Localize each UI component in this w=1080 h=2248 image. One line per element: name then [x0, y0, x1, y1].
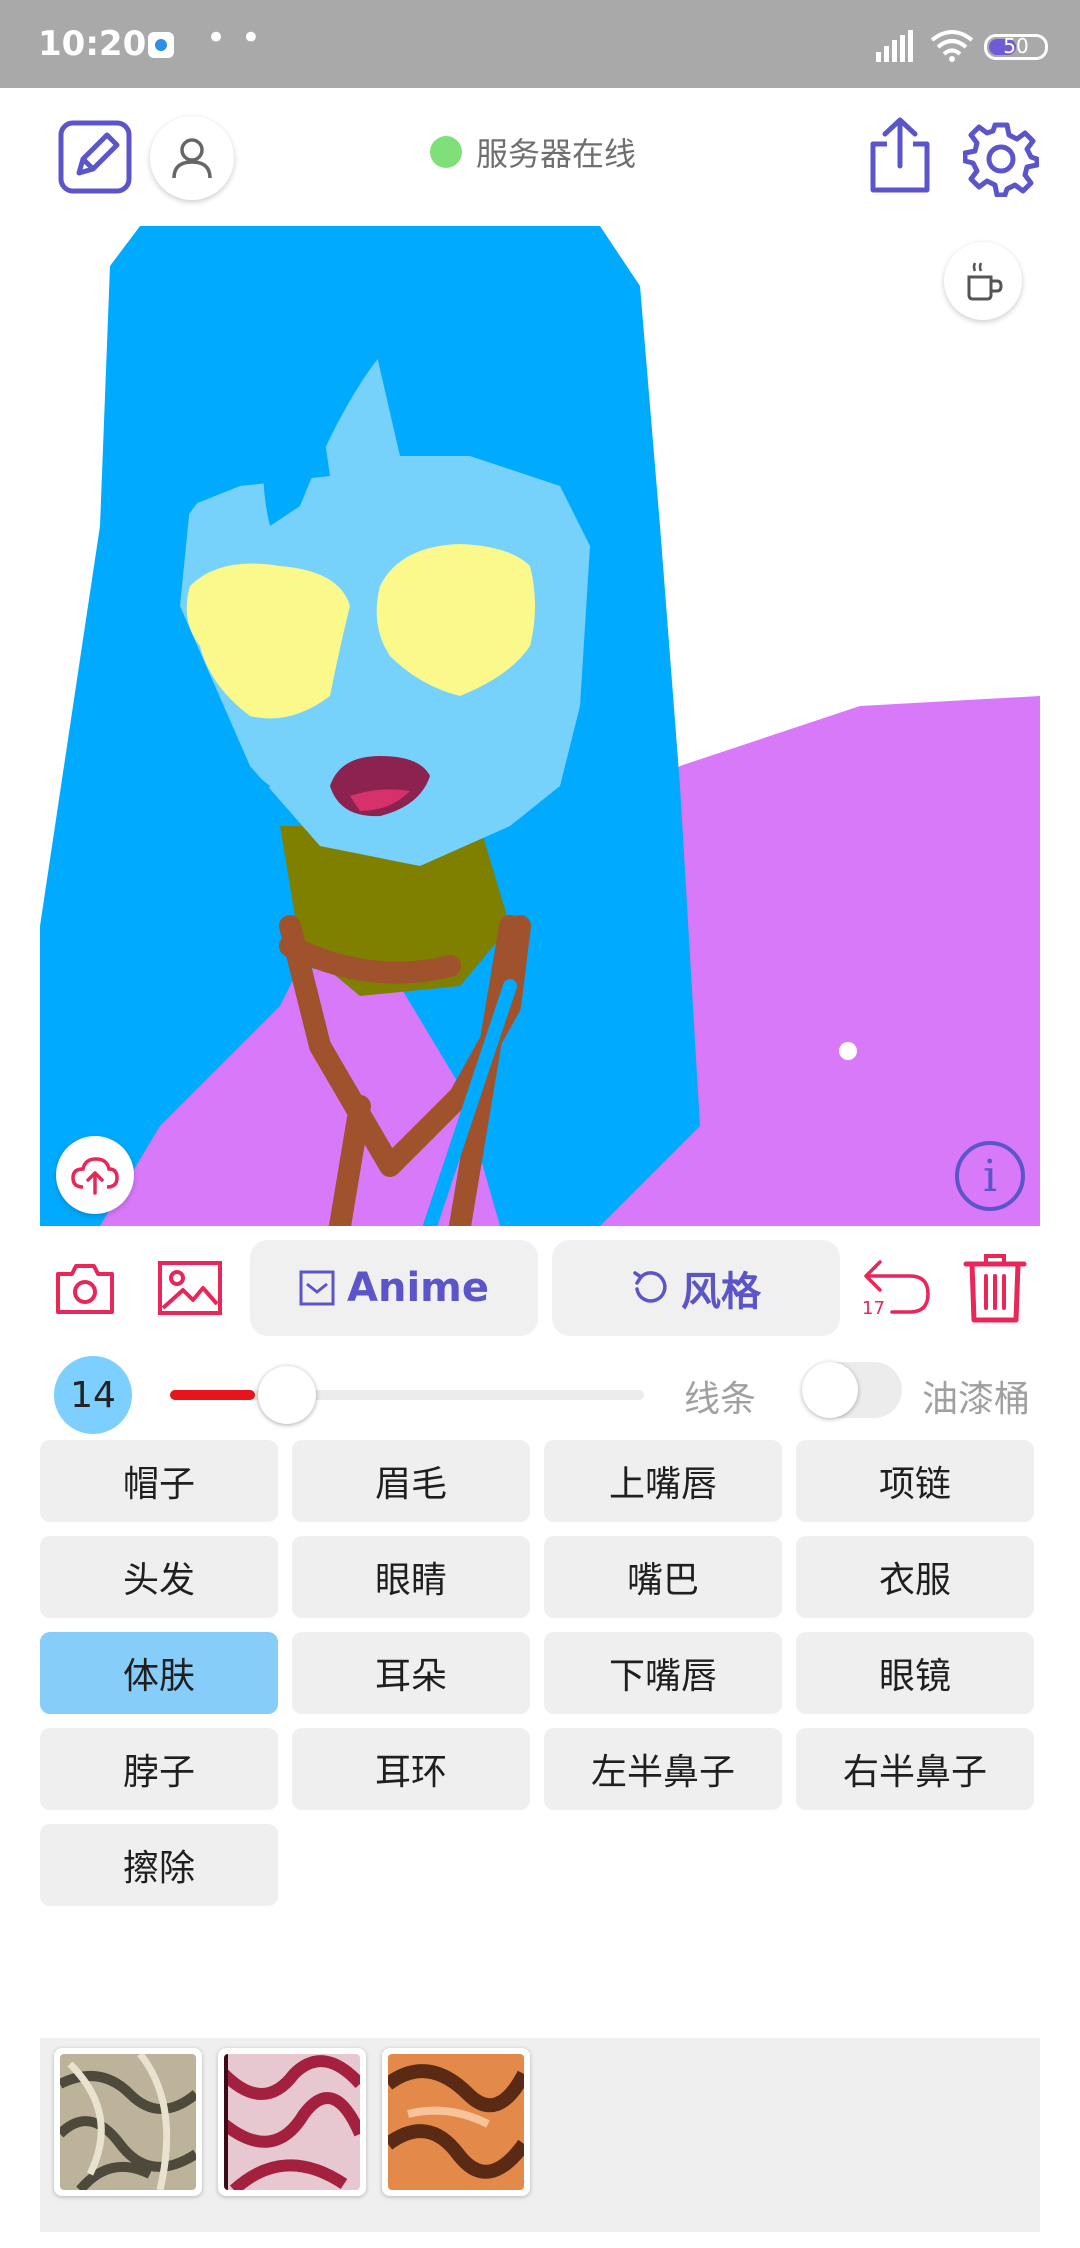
image-icon: [158, 1261, 222, 1315]
coffee-button[interactable]: [944, 242, 1022, 320]
style-preset-3-image: [388, 2054, 524, 2190]
style-preset-1[interactable]: [54, 2048, 202, 2196]
gallery-button[interactable]: [156, 1258, 224, 1318]
style-label: 风格: [681, 1269, 761, 1315]
brush-size-slider[interactable]: [170, 1390, 644, 1400]
battery-level: 50: [1003, 34, 1029, 58]
app-notification-icon: [148, 32, 174, 58]
label-button[interactable]: 眉毛: [292, 1440, 530, 1522]
undo-count: 17: [862, 1298, 885, 1319]
upload-button[interactable]: [56, 1136, 134, 1214]
label-button[interactable]: 擦除: [40, 1824, 278, 1906]
style-preset-1-image: [60, 2054, 196, 2190]
label-button[interactable]: 体肤: [40, 1632, 278, 1714]
label-button[interactable]: 上嘴唇: [544, 1440, 782, 1522]
style-preset-2[interactable]: [218, 2048, 366, 2196]
brush-size-badge: 14: [54, 1356, 132, 1434]
undo-button[interactable]: 17: [856, 1252, 936, 1324]
signal-icon: [876, 30, 913, 62]
brush-row: 14 线条 油漆桶: [0, 1352, 1080, 1434]
user-icon: [172, 138, 212, 179]
svg-text:i: i: [983, 1151, 997, 1202]
user-button[interactable]: [150, 116, 234, 200]
wifi-icon: [930, 30, 974, 62]
anime-mode-icon: [299, 1270, 335, 1306]
label-button[interactable]: 耳环: [292, 1728, 530, 1810]
drawing-layer: [40, 226, 1040, 1226]
battery-icon: 50: [984, 34, 1048, 60]
brush-size-thumb[interactable]: [258, 1366, 316, 1424]
more-notifications-icon: • •: [206, 18, 263, 58]
label-button[interactable]: 帽子: [40, 1440, 278, 1522]
bucket-mode-label: 油漆桶: [922, 1379, 1031, 1420]
share-icon: [870, 117, 930, 193]
camera-icon: [56, 1264, 114, 1314]
label-button[interactable]: 耳朵: [292, 1632, 530, 1714]
bucket-toggle[interactable]: [802, 1362, 902, 1418]
label-button[interactable]: 左半鼻子: [544, 1728, 782, 1810]
label-button[interactable]: 项链: [796, 1440, 1034, 1522]
style-preset-3[interactable]: [382, 2048, 530, 2196]
drawing-canvas[interactable]: i: [40, 226, 1040, 1226]
style-preset-2-image: [224, 2054, 360, 2190]
line-mode-label: 线条: [684, 1379, 757, 1420]
label-button[interactable]: 衣服: [796, 1536, 1034, 1618]
clear-canvas-button[interactable]: [960, 1250, 1030, 1326]
label-button[interactable]: 右半鼻子: [796, 1728, 1034, 1810]
cloud-upload-icon: [71, 1157, 119, 1195]
info-icon: i: [955, 1141, 1025, 1211]
gear-icon: [963, 122, 1039, 197]
info-button[interactable]: i: [952, 1138, 1028, 1214]
label-button[interactable]: 下嘴唇: [544, 1632, 782, 1714]
status-time: 10:20: [38, 24, 147, 64]
anime-model-button[interactable]: Anime: [250, 1240, 538, 1336]
style-preset-strip: [40, 2038, 1040, 2232]
label-button[interactable]: 脖子: [40, 1728, 278, 1810]
camera-button[interactable]: [52, 1258, 118, 1318]
server-status-dot: [430, 136, 462, 168]
label-button[interactable]: 嘴巴: [544, 1536, 782, 1618]
share-button[interactable]: [864, 114, 936, 196]
coffee-icon: [967, 262, 1003, 301]
anime-label: Anime: [347, 1265, 489, 1311]
settings-button[interactable]: [962, 120, 1040, 198]
label-button[interactable]: 眼镜: [796, 1632, 1034, 1714]
brush-size-fill: [170, 1390, 255, 1400]
tool-row: Anime 风格 17: [0, 1238, 1080, 1338]
server-status: 服务器在线: [430, 132, 637, 173]
bucket-toggle-knob: [802, 1362, 858, 1418]
status-bar: 10:20 • • 50: [0, 0, 1080, 88]
edit-icon: [58, 120, 132, 194]
label-button[interactable]: 眼睛: [292, 1536, 530, 1618]
style-button[interactable]: 风格: [552, 1240, 840, 1336]
trash-icon: [963, 1254, 1027, 1323]
label-button[interactable]: 头发: [40, 1536, 278, 1618]
refresh-icon: [633, 1271, 667, 1303]
top-bar: 服务器在线: [0, 88, 1080, 226]
edit-canvas-button[interactable]: [56, 118, 134, 196]
server-status-label: 服务器在线: [476, 135, 637, 173]
